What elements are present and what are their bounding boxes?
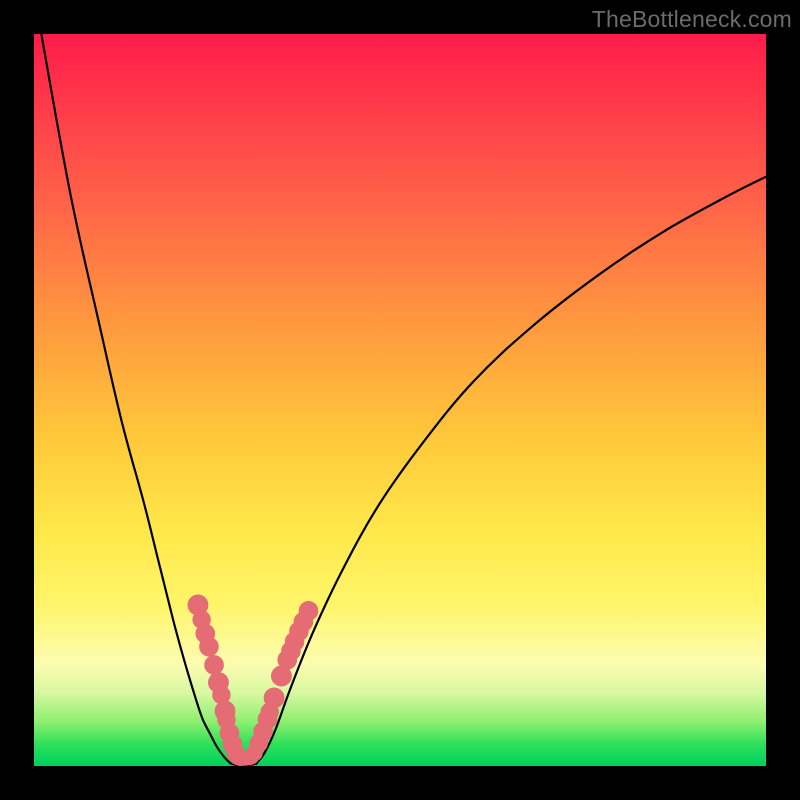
marker-dot bbox=[264, 688, 284, 708]
marker-dot bbox=[205, 656, 224, 675]
bottleneck-curve bbox=[41, 34, 766, 765]
marker-dot bbox=[200, 637, 219, 656]
curve-svg bbox=[34, 34, 766, 766]
plot-area bbox=[34, 34, 766, 766]
watermark-text: TheBottleneck.com bbox=[592, 6, 792, 33]
curve-path bbox=[41, 34, 766, 765]
curve-markers bbox=[188, 595, 318, 765]
chart-frame: TheBottleneck.com bbox=[0, 0, 800, 800]
marker-dot bbox=[299, 602, 318, 621]
